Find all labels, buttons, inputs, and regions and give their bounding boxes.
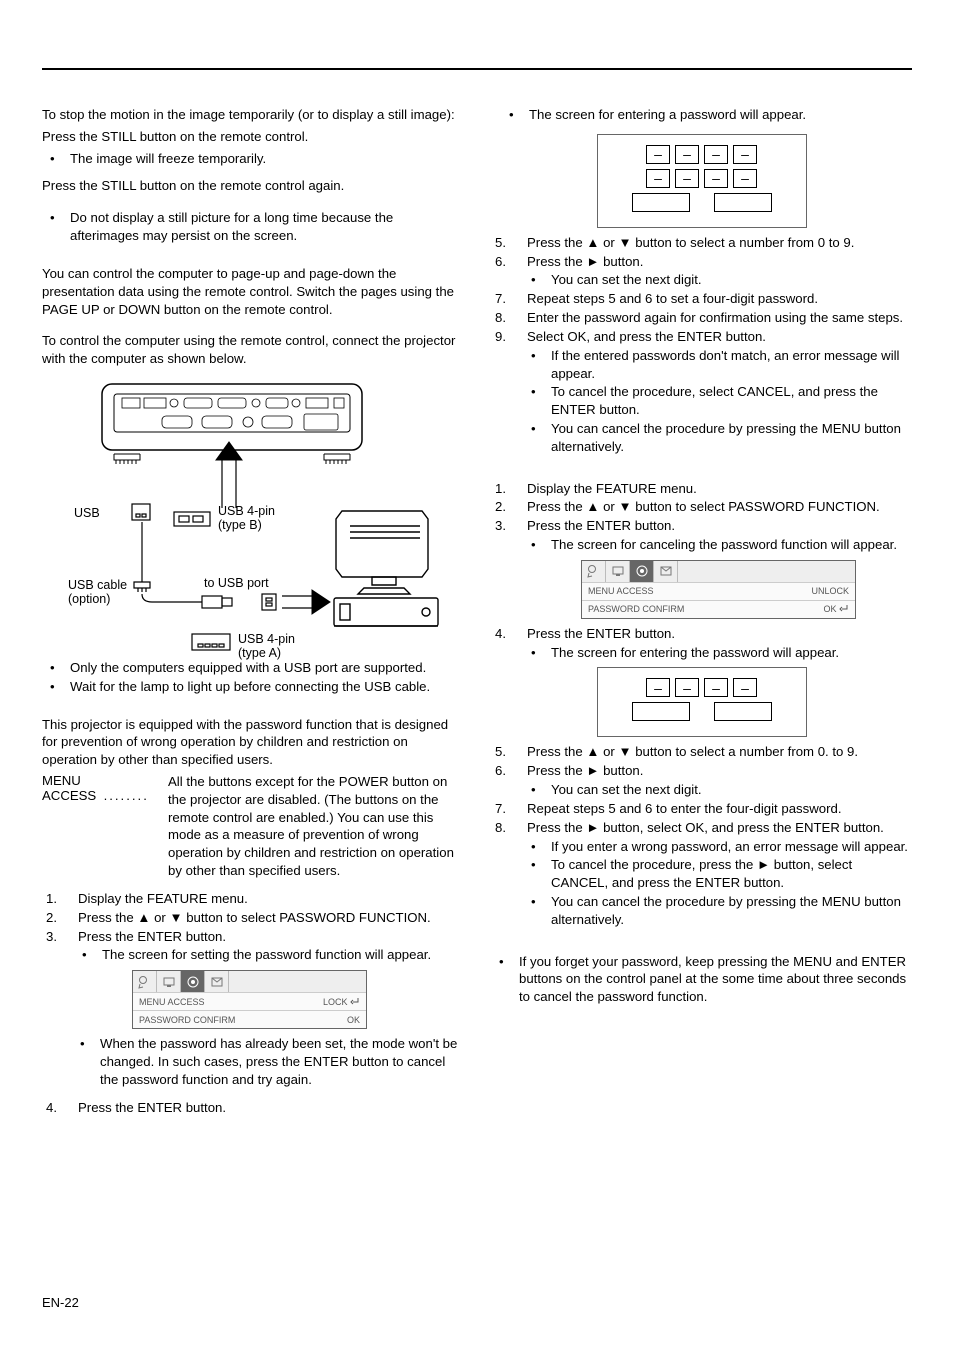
label-usb-4pin-b: USB 4-pin (type B) — [218, 504, 275, 532]
r-step-9-sub3: You can cancel the procedure by pressing… — [531, 420, 912, 456]
conn-bullet-1: Only the computers equipped with a USB p… — [46, 659, 463, 677]
enable-step-3-sub: The screen for setting the password func… — [82, 946, 463, 964]
resume-text: Press the STILL button on the remote con… — [42, 177, 463, 195]
menu-access-def: MENU ACCESS ........ All the buttons exc… — [42, 773, 463, 880]
r-step-5: 5.Press the ▲ or ▼ button to select a nu… — [495, 234, 912, 252]
still-intro: To stop the motion in the image temporar… — [42, 106, 463, 124]
c-step-8-sub2: To cancel the procedure, press the ► but… — [531, 856, 912, 892]
label-to-usb-port: to USB port — [204, 576, 269, 590]
right-column: The screen for entering a password will … — [491, 106, 912, 1122]
c-step-4: 4.Press the ENTER button. The screen for… — [495, 625, 912, 662]
tab-icon-4 — [205, 971, 229, 992]
page: To stop the motion in the image temporar… — [0, 0, 954, 1348]
tab-icon-4 — [654, 561, 678, 582]
label-usb: USB — [74, 506, 100, 520]
pass-cancel — [632, 193, 690, 212]
password-screen-note: The screen for entering a password will … — [505, 106, 912, 124]
r-step-8: 8.Enter the password again for confirmat… — [495, 309, 912, 327]
pass-digit: – — [704, 678, 728, 697]
enable-step-4: 4.Press the ENTER button. — [46, 1099, 463, 1117]
columns: To stop the motion in the image temporar… — [42, 106, 912, 1122]
label-usb-cable: USB cable (option) — [68, 578, 127, 606]
afterimage-warning: Do not display a still picture for a lon… — [46, 209, 463, 245]
pass-digit: – — [646, 678, 670, 697]
tab-icon-1 — [133, 971, 157, 992]
menu-row-confirm: PASSWORD CONFIRMOK — [582, 600, 855, 618]
c-step-8: 8.Press the ► button, select OK, and pre… — [495, 819, 912, 929]
tab-icon-3-active — [630, 561, 654, 582]
pass-digit: – — [733, 145, 757, 164]
c-step-8-sub3: You can cancel the procedure by pressing… — [531, 893, 912, 929]
enable-step-3: 3.Press the ENTER button. The screen for… — [46, 928, 463, 965]
r-step-9: 9.Select OK, and press the ENTER button.… — [495, 328, 912, 456]
password-intro: This projector is equipped with the pass… — [42, 716, 463, 769]
tab-icon-1 — [582, 561, 606, 582]
c-step-8-sub1: If you enter a wrong password, an error … — [531, 838, 912, 856]
r-step-7: 7.Repeat steps 5 and 6 to set a four-dig… — [495, 290, 912, 308]
pass-ok — [714, 193, 772, 212]
c-step-4-sub: The screen for entering the password wil… — [531, 644, 912, 662]
pass-cancel — [632, 702, 690, 721]
c-step-6-sub: You can set the next digit. — [531, 781, 912, 799]
c-step-3: 3.Press the ENTER button. The screen for… — [495, 517, 912, 554]
menu-row-access: MENU ACCESSLOCK — [133, 992, 366, 1010]
menu-row-access: MENU ACCESSUNLOCK — [582, 582, 855, 600]
tab-icon-2 — [606, 561, 630, 582]
top-rule — [42, 68, 912, 70]
r-step-9-sub1: If the entered passwords don't match, an… — [531, 347, 912, 383]
r-step-9-sub2: To cancel the procedure, select CANCEL, … — [531, 383, 912, 419]
connection-diagram: USB USB 4-pin (type B) USB cable (option… — [72, 376, 452, 651]
connection-text: To control the computer using the remote… — [42, 332, 463, 368]
pass-digit: – — [646, 145, 670, 164]
conn-bullet-2: Wait for the lamp to light up before con… — [46, 678, 463, 696]
enable-note: When the password has already been set, … — [76, 1035, 463, 1088]
menu-row-confirm: PASSWORD CONFIRMOK — [133, 1010, 366, 1028]
menu-screenshot-lock: MENU ACCESSLOCK PASSWORD CONFIRMOK — [132, 970, 367, 1029]
c-step-6: 6.Press the ► button. You can set the ne… — [495, 762, 912, 799]
forgot-password-note: If you forget your password, keep pressi… — [495, 953, 912, 1006]
pass-digit: – — [675, 169, 699, 188]
enable-step-2: 2.Press the ▲ or ▼ button to select PASS… — [46, 909, 463, 927]
c-step-1: 1.Display the FEATURE menu. — [495, 480, 912, 498]
pass-digit: – — [704, 145, 728, 164]
pass-digit: – — [733, 678, 757, 697]
freeze-bullet: The image will freeze temporarily. — [46, 150, 463, 168]
still-press: Press the STILL button on the remote con… — [42, 128, 463, 146]
pass-digit: – — [733, 169, 757, 188]
tab-icon-2 — [157, 971, 181, 992]
r-step-6-sub: You can set the next digit. — [531, 271, 912, 289]
pass-digit: – — [646, 169, 670, 188]
pass-digit: – — [675, 678, 699, 697]
page-number: EN-22 — [42, 1295, 79, 1310]
page-updown-text: You can control the computer to page-up … — [42, 265, 463, 318]
r-step-6: 6.Press the ► button. You can set the ne… — [495, 253, 912, 290]
c-step-3-sub: The screen for canceling the password fu… — [531, 536, 912, 554]
password-entry-box: – – – – – – – – — [597, 134, 807, 228]
pass-digit: – — [675, 145, 699, 164]
c-step-7: 7.Repeat steps 5 and 6 to enter the four… — [495, 800, 912, 818]
pass-ok — [714, 702, 772, 721]
c-step-5: 5.Press the ▲ or ▼ button to select a nu… — [495, 743, 912, 761]
password-entry-box-2: – – – – — [597, 667, 807, 737]
label-usb-4pin-a: USB 4-pin (type A) — [238, 632, 295, 660]
pass-digit: – — [704, 169, 728, 188]
left-column: To stop the motion in the image temporar… — [42, 106, 463, 1122]
tab-icon-3-active — [181, 971, 205, 992]
c-step-2: 2.Press the ▲ or ▼ button to select PASS… — [495, 498, 912, 516]
enable-step-1: 1.Display the FEATURE menu. — [46, 890, 463, 908]
menu-screenshot-unlock: MENU ACCESSUNLOCK PASSWORD CONFIRMOK — [581, 560, 856, 619]
